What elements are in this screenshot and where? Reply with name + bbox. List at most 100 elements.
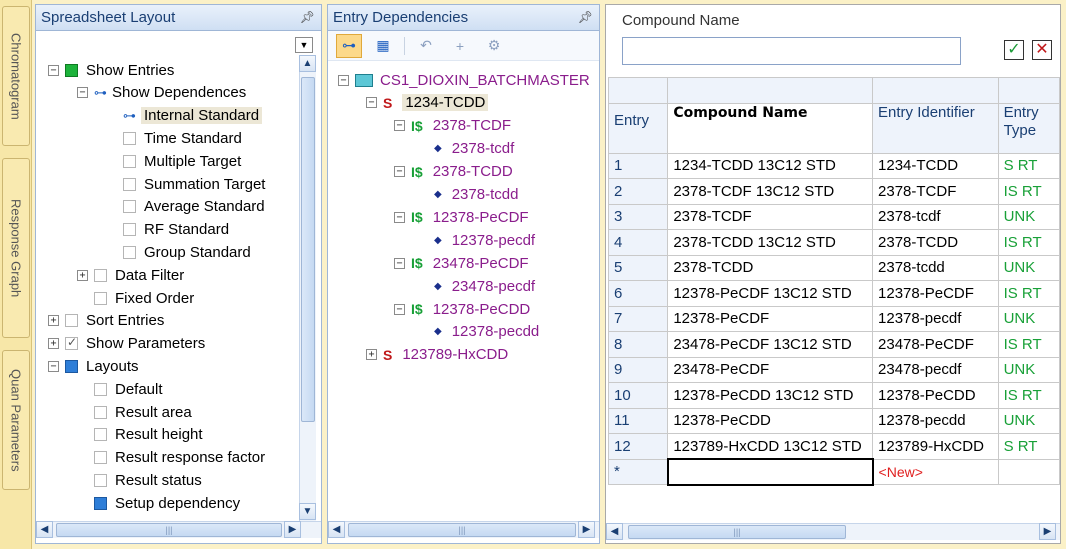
- dropdown-arrow-icon[interactable]: ▼: [295, 37, 313, 53]
- collapse-icon[interactable]: −: [77, 87, 88, 99]
- checkbox[interactable]: [94, 405, 107, 419]
- checkbox[interactable]: [123, 131, 136, 145]
- entry-type-cell[interactable]: IS RT: [997, 280, 1060, 307]
- tab-response-graph[interactable]: Response Graph: [2, 158, 30, 338]
- table-row[interactable]: 8 23478-PeCDF 13C12 STD 23478-PeCDF IS RT: [607, 331, 1060, 358]
- layout-tree-item[interactable]: Time Standard: [106, 127, 242, 149]
- tree-root[interactable]: − CS1_DIOXIN_BATCHMASTER: [338, 69, 590, 91]
- tab-chromatogram[interactable]: Chromatogram: [2, 6, 30, 146]
- add-icon[interactable]: +: [447, 34, 473, 58]
- tab-quan-parameters[interactable]: Quan Parameters: [2, 350, 30, 490]
- entry-identifier-cell[interactable]: 12378-pecdd: [872, 407, 999, 434]
- entry-identifier-cell[interactable]: 12378-PeCDD: [872, 382, 999, 409]
- scroll-up-icon[interactable]: ▲: [299, 55, 316, 72]
- table-row[interactable]: 10 12378-PeCDD 13C12 STD 12378-PeCDD IS RT: [607, 382, 1060, 409]
- expand-icon[interactable]: +: [48, 338, 59, 350]
- entry-identifier-cell[interactable]: 1234-TCDD: [872, 152, 999, 179]
- new-entry-placeholder[interactable]: <New>: [872, 458, 999, 485]
- dependency-tree-item[interactable]: − I$ 23478-PeCDF: [394, 252, 529, 274]
- row-header[interactable]: 3: [607, 203, 669, 230]
- layout-tree-item[interactable]: Default: [77, 378, 163, 400]
- expand-icon[interactable]: +: [366, 349, 377, 361]
- checkbox[interactable]: [65, 314, 78, 328]
- row-header[interactable]: 1: [607, 152, 669, 179]
- layout-tree-item[interactable]: − ⊶ Show Dependences: [77, 82, 246, 104]
- row-header[interactable]: 4: [607, 229, 669, 256]
- checkbox[interactable]: [65, 63, 78, 77]
- table-row[interactable]: 12 123789-HxCDD 13C12 STD 123789-HxCDD S RT: [607, 433, 1060, 460]
- table-row[interactable]: 1 1234-TCDD 13C12 STD 1234-TCDD S RT: [607, 152, 1060, 179]
- row-header[interactable]: 5: [607, 254, 669, 281]
- row-header[interactable]: 6: [607, 280, 669, 307]
- pin-icon[interactable]: 📌︎: [300, 10, 315, 24]
- layout-tree-item[interactable]: Multiple Target: [106, 150, 241, 172]
- layout-tree-item[interactable]: + Data Filter: [77, 264, 184, 286]
- compound-name-cell[interactable]: 1234-TCDD 13C12 STD: [667, 152, 874, 179]
- compound-name-filter-input[interactable]: [622, 37, 961, 65]
- compound-name-cell[interactable]: 2378-TCDD 13C12 STD: [667, 229, 874, 256]
- dependency-tree-item[interactable]: − I$ 2378-TCDF: [394, 115, 511, 137]
- checkbox[interactable]: [94, 428, 107, 442]
- collapse-icon[interactable]: −: [394, 303, 405, 315]
- dependency-tree-item[interactable]: − S 1234-TCDD: [366, 92, 489, 114]
- table-row[interactable]: 5 2378-TCDD 2378-tcdd UNK: [607, 254, 1060, 281]
- table-row[interactable]: 9 23478-PeCDF 23478-pecdf UNK: [607, 356, 1060, 383]
- checkbox[interactable]: [123, 223, 136, 237]
- dependency-tree-item[interactable]: ◆ 23478-pecdf: [422, 275, 535, 297]
- entry-identifier-cell[interactable]: 2378-TCDF: [872, 178, 999, 205]
- horizontal-scrollbar[interactable]: ◀ ||| ▶: [36, 521, 321, 538]
- tree-view-icon[interactable]: ⊶: [336, 33, 362, 58]
- scroll-left-icon[interactable]: ◀: [328, 521, 345, 538]
- checkbox[interactable]: [65, 335, 78, 351]
- compound-name-cell[interactable]: 23478-PeCDF: [667, 356, 874, 383]
- scroll-thumb[interactable]: |||: [628, 525, 846, 539]
- layout-tree-item[interactable]: Group Standard: [106, 241, 251, 263]
- scroll-right-icon[interactable]: ▶: [578, 521, 595, 538]
- scroll-left-icon[interactable]: ◀: [606, 523, 623, 540]
- collapse-icon[interactable]: −: [394, 120, 405, 132]
- compound-name-cell[interactable]: 2378-TCDF 13C12 STD: [667, 178, 874, 205]
- entry-type-cell[interactable]: UNK: [997, 254, 1060, 281]
- row-header[interactable]: 8: [607, 331, 669, 358]
- layout-tree-item[interactable]: Average Standard: [106, 196, 265, 218]
- horizontal-scrollbar[interactable]: ◀ ||| ▶: [606, 523, 1060, 540]
- horizontal-scrollbar[interactable]: ◀ ||| ▶: [328, 521, 599, 538]
- dependency-tree-item[interactable]: − I$ 12378-PeCDF: [394, 206, 529, 228]
- layout-tree-item[interactable]: Result area: [77, 401, 192, 423]
- table-row[interactable]: 6 12378-PeCDF 13C12 STD 12378-PeCDF IS RT: [607, 280, 1060, 307]
- expand-icon[interactable]: +: [77, 269, 88, 281]
- entry-identifier-cell[interactable]: 123789-HxCDD: [872, 433, 999, 460]
- options-icon[interactable]: ⚙: [481, 34, 507, 58]
- layout-tree-item[interactable]: Result height: [77, 424, 203, 446]
- compound-name-cell[interactable]: 12378-PeCDD 13C12 STD: [667, 382, 874, 409]
- layout-tree-item[interactable]: Result response factor: [77, 447, 265, 469]
- row-header[interactable]: 11: [607, 407, 669, 434]
- entry-type-cell[interactable]: IS RT: [997, 229, 1060, 256]
- row-header[interactable]: 2: [607, 178, 669, 205]
- dependency-tree-item[interactable]: − I$ 12378-PeCDD: [394, 298, 530, 320]
- row-header[interactable]: 12: [607, 433, 669, 460]
- dependency-tree-item[interactable]: ◆ 12378-pecdd: [422, 321, 539, 343]
- column-header-entry-type[interactable]: Entry Type: [997, 102, 1060, 154]
- entry-type-cell[interactable]: UNK: [997, 356, 1060, 383]
- checkbox[interactable]: [94, 496, 107, 510]
- entry-type-cell[interactable]: S RT: [997, 433, 1060, 460]
- entry-type-cell[interactable]: UNK: [997, 305, 1060, 332]
- undo-icon[interactable]: ↶: [413, 34, 439, 58]
- scroll-left-icon[interactable]: ◀: [36, 521, 53, 538]
- entry-type-cell[interactable]: IS RT: [997, 331, 1060, 358]
- checkbox[interactable]: [94, 382, 107, 396]
- column-header-compound-name[interactable]: Compound Name: [667, 102, 874, 154]
- checkbox[interactable]: [123, 177, 136, 191]
- layout-tree-item[interactable]: ⊶ Internal Standard: [106, 105, 263, 127]
- scroll-right-icon[interactable]: ▶: [284, 521, 301, 538]
- layout-tree-item[interactable]: RF Standard: [106, 219, 229, 241]
- column-header-entry[interactable]: Entry: [607, 102, 669, 154]
- collapse-icon[interactable]: −: [394, 211, 405, 223]
- layout-tree-item[interactable]: − Layouts: [48, 355, 139, 377]
- collapse-icon[interactable]: −: [394, 166, 405, 178]
- entry-type-cell[interactable]: IS RT: [997, 178, 1060, 205]
- expand-icon[interactable]: +: [48, 315, 59, 327]
- entry-identifier-cell[interactable]: 12378-PeCDF: [872, 280, 999, 307]
- compound-name-cell[interactable]: 12378-PeCDD: [667, 407, 874, 434]
